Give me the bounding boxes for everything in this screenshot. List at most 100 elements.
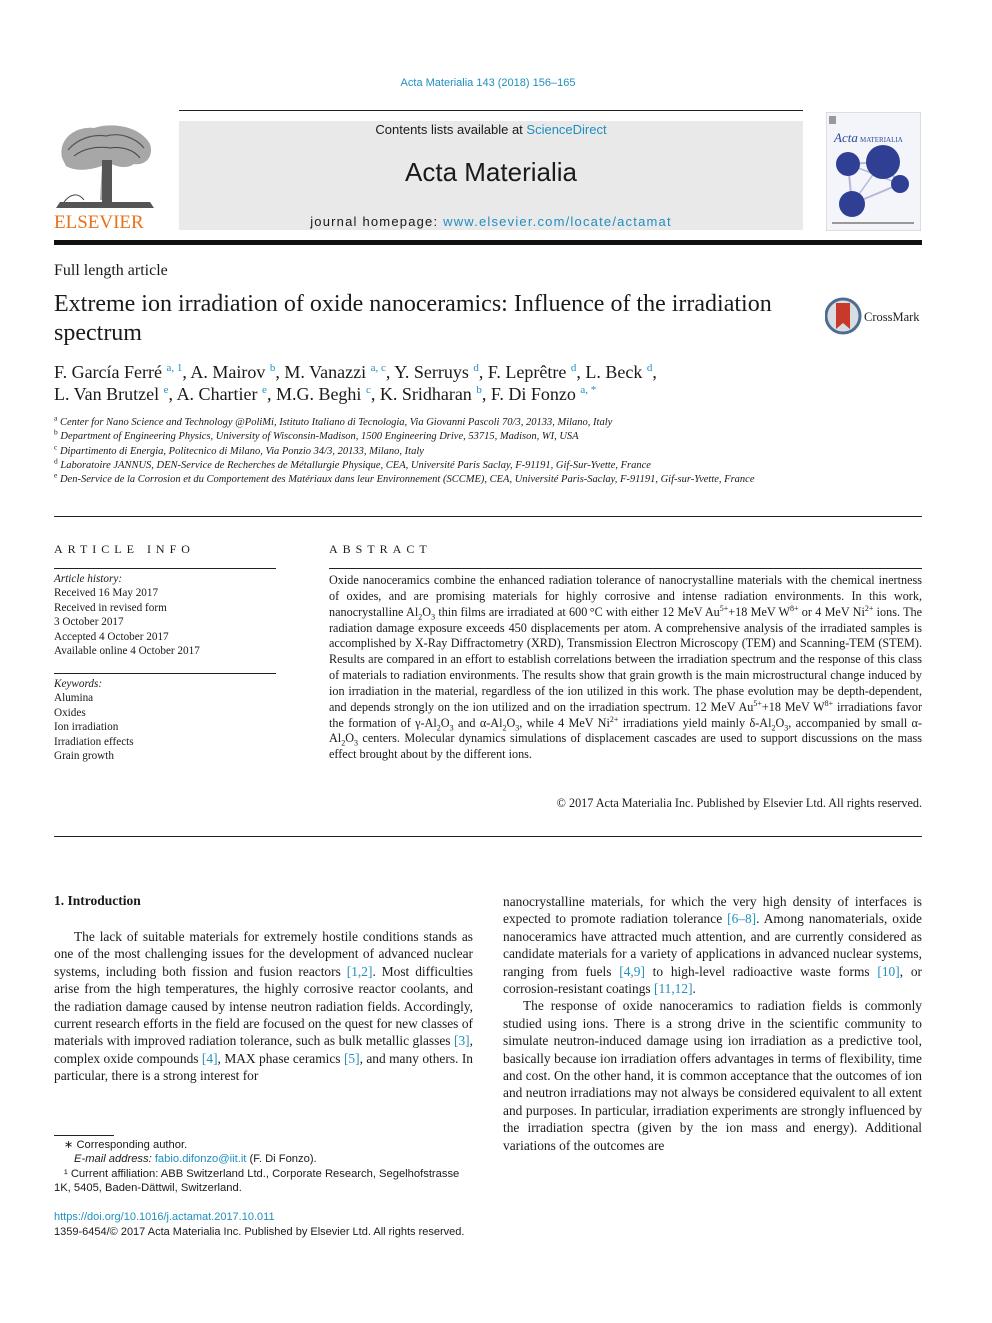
divider [54, 836, 922, 837]
abstract-segment: O [775, 715, 785, 730]
affiliation: b Department of Engineering Physics, Uni… [54, 429, 814, 444]
affiliation: c Dipartimento di Energia, Politecnico d… [54, 443, 814, 459]
author-name: A. Chartier [176, 384, 263, 404]
citation-link[interactable]: [3] [454, 1033, 470, 1048]
footnotes: ∗ Corresponding author. E-mail address: … [54, 1138, 474, 1196]
email-link[interactable]: fabio.difonzo@iit.it [155, 1153, 247, 1165]
affiliation: a Center for Nano Science and Technology… [54, 414, 814, 430]
paragraph-text: The response of oxide nanoceramics to ra… [503, 998, 922, 1153]
paragraph-text: , MAX phase ceramics [217, 1050, 344, 1066]
author-name: M.G. Beghi [275, 384, 366, 404]
author-name: A. Mairov [190, 362, 270, 382]
divider [54, 516, 922, 517]
abstract-segment: O [440, 715, 450, 730]
citation-link[interactable]: [10] [877, 964, 899, 979]
author-name: K. Sridharan [379, 384, 477, 404]
doi-link[interactable]: https://doi.org/10.1016/j.actamat.2017.1… [54, 1211, 275, 1223]
history-label: Article history: [54, 573, 123, 585]
abstract-segment: irradiations yield mainly δ-Al [618, 715, 772, 730]
affiliation-text: Den-Service de la Corrosion et du Compor… [57, 474, 755, 486]
email-note: E-mail address: fabio.difonzo@iit.it (F.… [54, 1152, 474, 1166]
abstract-copyright: © 2017 Acta Materialia Inc. Published by… [556, 796, 922, 810]
citation-link[interactable]: [11,12] [654, 981, 693, 996]
abstract-segment: 8+ [790, 603, 799, 613]
author-affiliation-link[interactable]: e [262, 384, 267, 396]
affiliation: e Den-Service de la Corrosion et du Comp… [54, 471, 814, 487]
abstract-segment: and α-Al [453, 715, 503, 730]
author-affiliation-link[interactable]: a, 1 [167, 362, 183, 374]
article-type: Full length article [54, 262, 168, 279]
cover-title-italic: Acta [833, 130, 858, 145]
paragraph-text: to high-level radioactive waste forms [644, 963, 878, 979]
author-affiliation-link[interactable]: b [476, 384, 482, 396]
author-affiliation-link[interactable]: d [473, 362, 479, 374]
abstract-segment: +18 MeV W [761, 699, 825, 714]
author-affiliation-link[interactable]: a, c [371, 362, 386, 374]
article-title: Extreme ion irradiation of oxide nanocer… [54, 291, 772, 346]
crossmark-label: CrossMark [864, 310, 920, 324]
article-history: Article history: Received 16 May 2017 Re… [54, 572, 276, 658]
cover-title-rest: MATERIALIA [860, 136, 903, 144]
keyword: Ion irradiation [54, 721, 119, 734]
affiliation: d Laboratoire JANNUS, DEN-Service de Rec… [54, 457, 814, 473]
section-heading-introduction: 1. Introduction [54, 893, 141, 908]
author-name: L. Beck [585, 362, 647, 382]
abstract-heading: ABSTRACT [329, 542, 432, 556]
header-rule [179, 110, 803, 111]
author-affiliation-link[interactable]: b [270, 362, 276, 374]
homepage-line: journal homepage: www.elsevier.com/locat… [179, 214, 803, 229]
affiliation-text: Department of Engineering Physics, Unive… [57, 431, 579, 443]
introduction-column-right: nanocrystalline materials, for which the… [503, 893, 922, 1154]
author-affiliation-link[interactable]: d [571, 362, 577, 374]
author-list: F. García Ferré a, 1, A. Mairov b, M. Va… [54, 362, 657, 404]
author-name: Y. Serruys [394, 362, 474, 382]
keywords: Keywords: Alumina Oxides Ion irradiation… [54, 677, 276, 763]
abstract-segment: O [422, 604, 432, 619]
abstract-segment: centers. Molecular dynamics simulations … [329, 731, 922, 762]
paragraph-text: . [692, 981, 696, 997]
affiliation-list: a Center for Nano Science and Technology… [54, 414, 814, 487]
abstract-segment: or 4 MeV Ni [798, 604, 865, 619]
abstract-text: Oxide nanoceramics combine the enhanced … [329, 573, 922, 763]
history-item: Received 16 May 2017 [54, 587, 159, 600]
author-name: F. Di Fonzo [490, 384, 581, 404]
citation-link[interactable]: [1,2] [347, 964, 373, 979]
elsevier-wordmark: ELSEVIER [54, 212, 144, 233]
citation-link[interactable]: [6–8] [727, 911, 756, 926]
author-affiliation-link[interactable]: a, * [580, 384, 596, 396]
email-label: E-mail address: [74, 1153, 155, 1166]
sciencedirect-link[interactable]: ScienceDirect [526, 122, 606, 137]
journal-cover-image[interactable]: Acta MATERIALIA [825, 111, 922, 232]
author-affiliation-link[interactable]: e [164, 384, 169, 396]
citation-link[interactable]: [5] [344, 1051, 360, 1066]
keyword: Oxides [54, 706, 86, 719]
author-affiliation-link[interactable]: d [647, 362, 653, 374]
citation-link[interactable]: [4,9] [619, 964, 645, 979]
journal-homepage-link[interactable]: www.elsevier.com/locate/actamat [443, 214, 672, 229]
abstract-segment: 5+ [753, 698, 762, 708]
affiliation-text: Laboratoire JANNUS, DEN-Service de Reche… [57, 459, 651, 471]
issn-copyright: 1359-6454/© 2017 Acta Materialia Inc. Pu… [54, 1226, 465, 1238]
crossmark-button[interactable]: CrossMark [824, 296, 925, 336]
intro-paragraph: The response of oxide nanoceramics to ra… [503, 997, 922, 1154]
introduction-column-left: The lack of suitable materials for extre… [54, 928, 473, 1085]
header-thick-rule [54, 240, 922, 245]
homepage-prefix: journal homepage: [310, 214, 444, 229]
article-info-heading: ARTICLE INFO [54, 542, 195, 556]
author-name: L. Van Brutzel [54, 384, 164, 404]
author-affiliation-link[interactable]: c [366, 384, 371, 396]
affiliation-text: Dipartimento di Energia, Politecnico di … [57, 445, 424, 457]
intro-paragraph: nanocrystalline materials, for which the… [503, 893, 922, 997]
divider [54, 673, 276, 674]
citation-link[interactable]: [4] [202, 1051, 218, 1066]
keyword: Irradiation effects [54, 735, 134, 748]
corresponding-author-note: ∗ Corresponding author. [64, 1139, 188, 1151]
abstract-segment: +18 MeV W [728, 604, 791, 619]
crossmark-icon [824, 297, 862, 335]
author-name: F. Leprêtre [487, 362, 571, 382]
contents-line: Contents lists available at ScienceDirec… [179, 122, 803, 137]
history-item: 3 October 2017 [54, 616, 124, 629]
contents-prefix: Contents lists available at [375, 122, 527, 137]
divider [54, 568, 276, 569]
journal-reference-link[interactable]: Acta Materialia 143 (2018) 156–165 [0, 77, 976, 89]
